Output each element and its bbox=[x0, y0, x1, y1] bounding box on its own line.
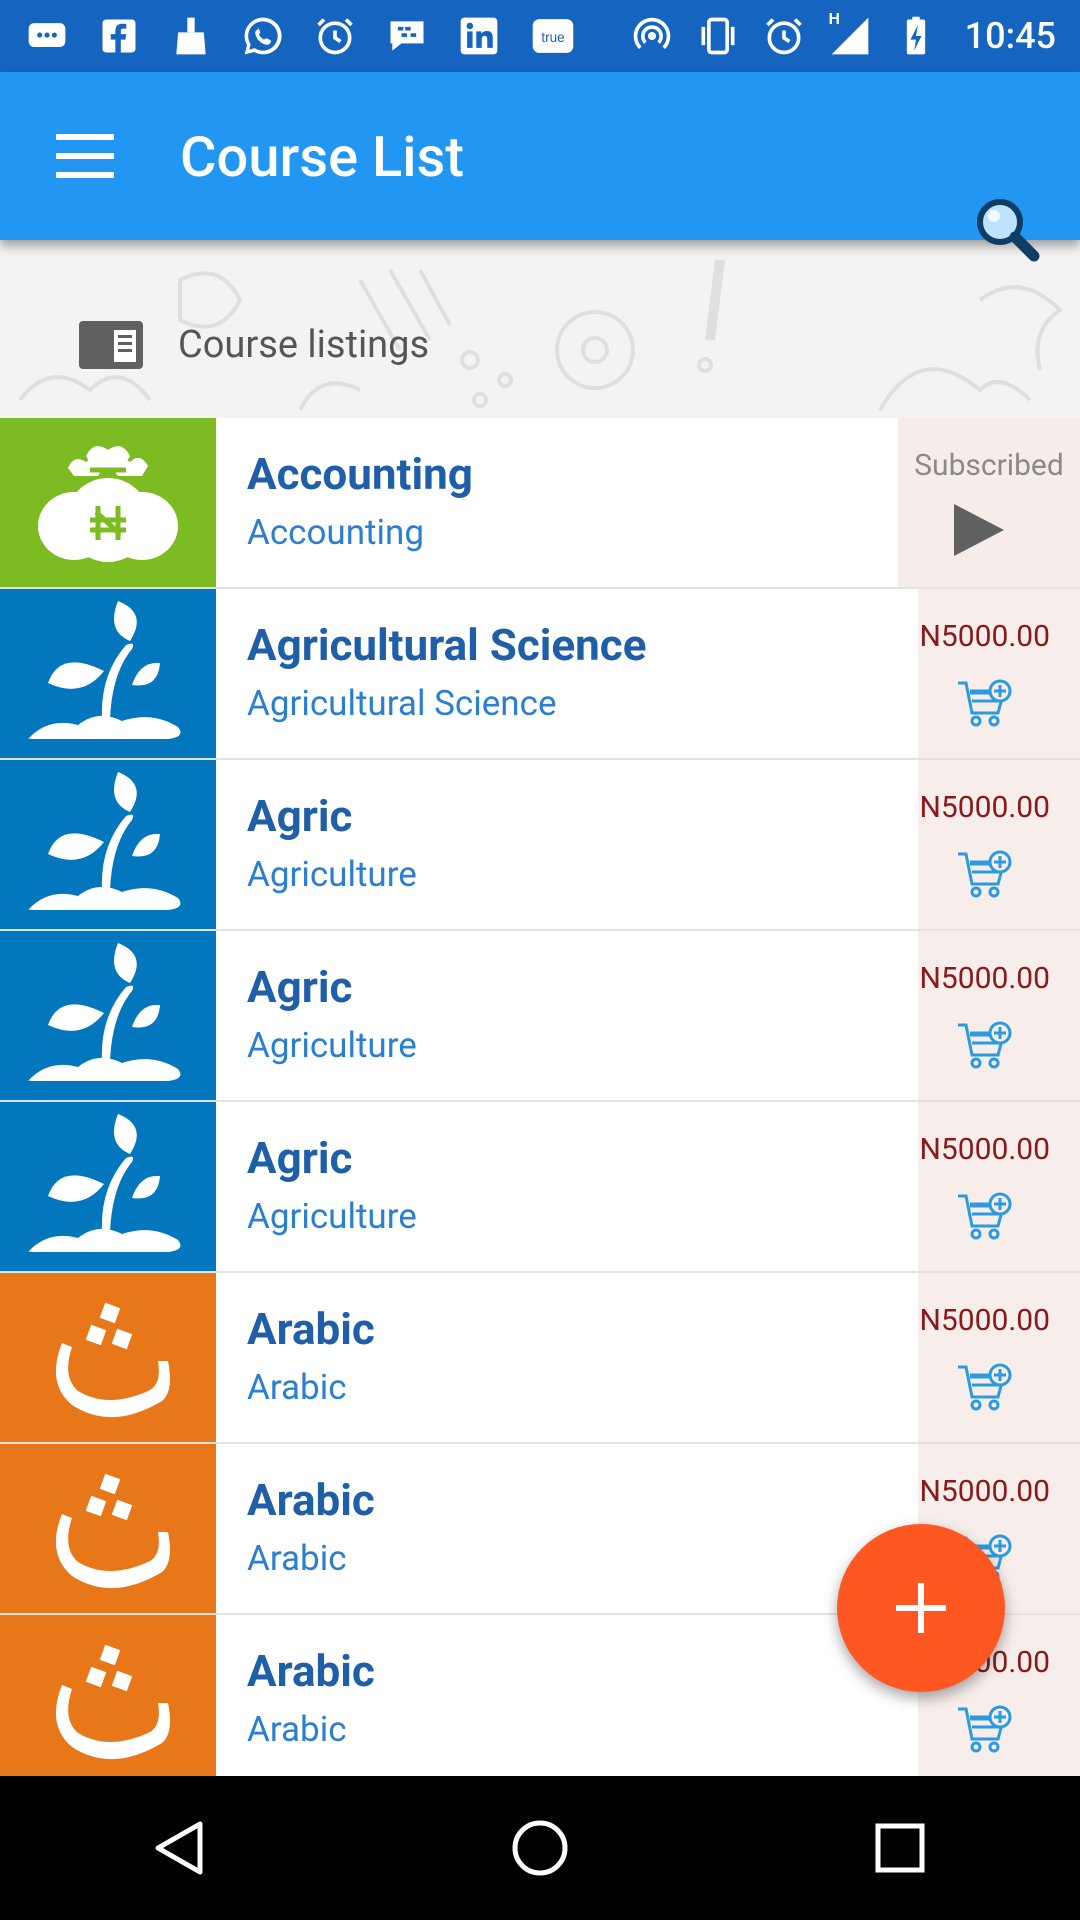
back-icon[interactable] bbox=[140, 1808, 220, 1888]
course-thumbnail bbox=[0, 418, 216, 587]
alarm-icon bbox=[312, 13, 358, 59]
plus-icon bbox=[896, 1583, 946, 1633]
course-price: N5000.00 bbox=[919, 1474, 1050, 1509]
recents-icon[interactable] bbox=[860, 1808, 940, 1888]
course-thumbnail bbox=[0, 1273, 216, 1442]
course-thumbnail bbox=[0, 760, 216, 929]
course-price: N5000.00 bbox=[919, 1303, 1050, 1338]
subscription-panel[interactable]: Subscribed bbox=[898, 418, 1080, 587]
true-icon: true bbox=[528, 13, 578, 59]
message-icon bbox=[24, 13, 70, 59]
notification-icons: true bbox=[24, 13, 578, 59]
section-header: Course listings bbox=[78, 320, 429, 370]
app-bar: Course List bbox=[0, 72, 1080, 262]
purchase-panel: N5000.00 bbox=[918, 1102, 1080, 1271]
course-thumbnail bbox=[0, 589, 216, 758]
add-to-cart-icon[interactable] bbox=[956, 1361, 1014, 1413]
purchase-panel: N5000.00 bbox=[918, 1273, 1080, 1442]
course-subtitle: Arabic bbox=[247, 1538, 347, 1579]
course-name: Accounting bbox=[247, 448, 473, 500]
course-row[interactable]: Agric Agriculture N5000.00 bbox=[0, 1102, 1080, 1273]
play-icon[interactable] bbox=[948, 500, 1008, 560]
vibrate-icon bbox=[695, 13, 741, 59]
course-row-accounting[interactable]: Accounting Accounting Subscribed bbox=[0, 418, 1080, 589]
signal-icon: H bbox=[827, 9, 873, 59]
system-icons: H 10:45 bbox=[629, 9, 1056, 59]
course-name: Agric bbox=[247, 1132, 353, 1184]
bbm-icon bbox=[384, 13, 430, 59]
course-subtitle: Agriculture bbox=[247, 854, 417, 895]
course-name: Arabic bbox=[247, 1303, 375, 1355]
purchase-panel: N5000.00 bbox=[918, 589, 1080, 758]
whatsapp-icon bbox=[240, 13, 286, 59]
money-bags-icon bbox=[38, 445, 178, 562]
add-course-button[interactable] bbox=[837, 1524, 1005, 1692]
battery-charging-icon bbox=[893, 13, 939, 59]
course-thumbnail bbox=[0, 1615, 216, 1776]
hotspot-icon bbox=[629, 13, 675, 59]
search-icon[interactable] bbox=[968, 190, 1048, 270]
plant-icon bbox=[28, 600, 181, 739]
arabic-letter-icon bbox=[55, 1644, 170, 1759]
arabic-letter-icon bbox=[55, 1302, 170, 1417]
alarm-icon bbox=[761, 13, 807, 59]
navigation-bar bbox=[0, 1776, 1080, 1920]
home-icon[interactable] bbox=[500, 1808, 580, 1888]
course-row[interactable]: Agric Agriculture N5000.00 bbox=[0, 760, 1080, 931]
arabic-letter-icon bbox=[55, 1473, 170, 1588]
plant-icon bbox=[28, 942, 181, 1081]
section-title: Course listings bbox=[178, 323, 430, 367]
add-to-cart-icon[interactable] bbox=[956, 1703, 1014, 1755]
add-to-cart-icon[interactable] bbox=[956, 1190, 1014, 1242]
course-price: N5000.00 bbox=[919, 1132, 1050, 1167]
course-price: N5000.00 bbox=[919, 619, 1050, 654]
course-row[interactable]: Agricultural Science Agricultural Scienc… bbox=[0, 589, 1080, 760]
course-name: Agric bbox=[247, 790, 353, 842]
page-title: Course List bbox=[180, 124, 464, 190]
course-subtitle: Agriculture bbox=[247, 1025, 417, 1066]
course-price: N5000.00 bbox=[919, 790, 1050, 825]
course-name: Agric bbox=[247, 961, 353, 1013]
course-subtitle: Arabic bbox=[247, 1709, 347, 1750]
course-subtitle: Agriculture bbox=[247, 1196, 417, 1237]
plant-icon bbox=[28, 1113, 181, 1252]
status-bar: true H 10:45 bbox=[0, 0, 1080, 72]
course-thumbnail bbox=[0, 1444, 216, 1613]
facebook-icon bbox=[96, 13, 142, 59]
course-thumbnail bbox=[0, 931, 216, 1100]
course-subtitle: Agricultural Science bbox=[247, 683, 557, 724]
purchase-panel: N5000.00 bbox=[918, 760, 1080, 929]
course-name: Arabic bbox=[247, 1474, 375, 1526]
course-name: Arabic bbox=[247, 1645, 375, 1697]
network-type-label: H bbox=[828, 9, 840, 28]
plant-icon bbox=[28, 771, 181, 910]
add-to-cart-icon[interactable] bbox=[956, 1019, 1014, 1071]
course-subtitle: Accounting bbox=[247, 512, 424, 553]
linkedin-icon bbox=[456, 13, 502, 59]
course-name: Agricultural Science bbox=[247, 619, 647, 671]
add-to-cart-icon[interactable] bbox=[956, 677, 1014, 729]
svg-text:true: true bbox=[541, 30, 564, 45]
course-row[interactable]: Arabic Arabic N5000.00 bbox=[0, 1273, 1080, 1444]
add-to-cart-icon[interactable] bbox=[956, 848, 1014, 900]
course-thumbnail bbox=[0, 1102, 216, 1271]
course-row[interactable]: Agric Agriculture N5000.00 bbox=[0, 931, 1080, 1102]
course-price: N5000.00 bbox=[919, 961, 1050, 996]
clock: 10:45 bbox=[964, 15, 1056, 57]
subscribed-label: Subscribed bbox=[914, 448, 1064, 483]
list-icon bbox=[79, 321, 143, 369]
purchase-panel: N5000.00 bbox=[918, 931, 1080, 1100]
course-subtitle: Arabic bbox=[247, 1367, 347, 1408]
cleaner-icon bbox=[168, 13, 214, 59]
hamburger-menu-icon[interactable] bbox=[56, 134, 114, 178]
